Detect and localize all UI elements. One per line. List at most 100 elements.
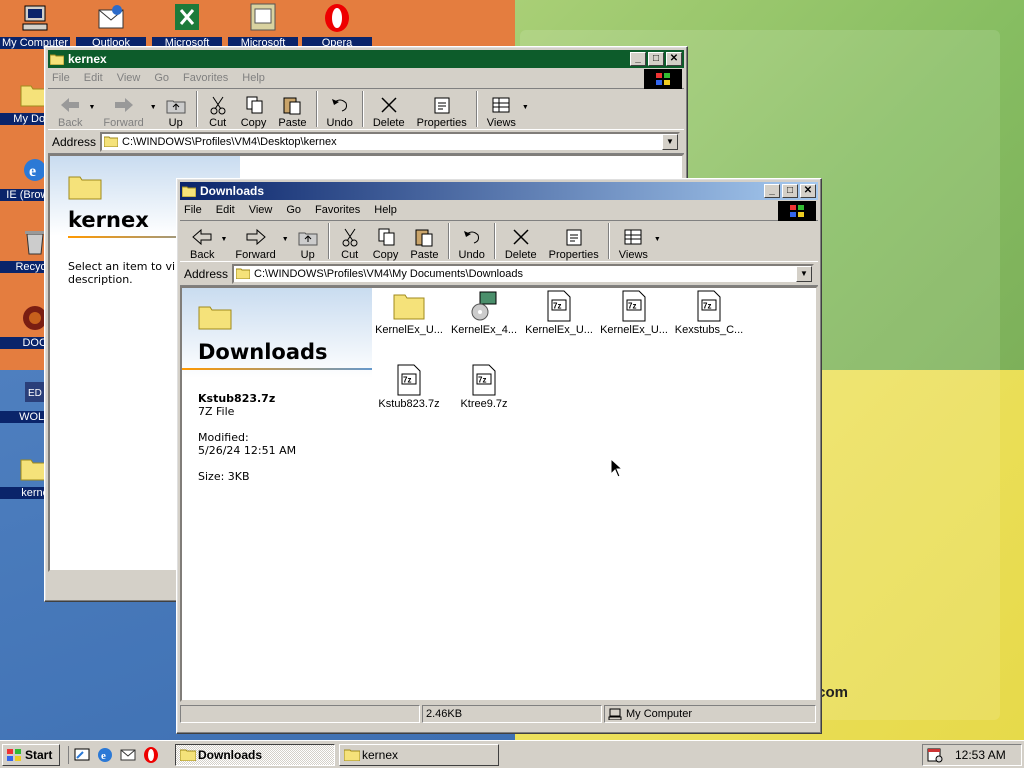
7z-archive-icon: 7z [472, 364, 496, 396]
delete-x-icon [513, 229, 529, 245]
folder-icon [198, 306, 232, 330]
menu-view[interactable]: View [117, 72, 141, 84]
status-size: 2.46KB [422, 705, 602, 723]
windows-logo-icon [644, 69, 682, 89]
copy-button[interactable]: Copy [235, 89, 273, 129]
delete-button[interactable]: Delete [499, 221, 543, 261]
downloads-window[interactable]: Downloads _ □ ✕ File Edit View Go Favori… [176, 178, 822, 734]
outlook-icon[interactable] [119, 746, 137, 764]
back-button[interactable]: Back [52, 89, 88, 129]
undo-button[interactable]: Undo [321, 89, 359, 129]
file-item[interactable]: 7z KernelEx_U... [522, 290, 596, 336]
close-button[interactable]: ✕ [800, 184, 816, 198]
menu-go[interactable]: Go [286, 204, 301, 216]
maximize-button[interactable]: □ [648, 52, 664, 66]
properties-icon [434, 97, 450, 114]
installer-icon [471, 291, 497, 321]
menu-go[interactable]: Go [154, 72, 169, 84]
views-button[interactable]: Views [613, 221, 654, 261]
opera-icon[interactable] [142, 746, 160, 764]
copy-icon [246, 96, 263, 114]
svg-text:7z: 7z [478, 376, 486, 385]
paste-button[interactable]: Paste [404, 221, 444, 261]
ie-icon[interactable]: e [96, 746, 114, 764]
7z-archive-icon: 7z [622, 290, 646, 322]
taskbar-button-downloads[interactable]: Downloads [175, 743, 335, 766]
scheduler-icon[interactable] [927, 747, 943, 763]
menu-edit[interactable]: Edit [216, 204, 235, 216]
cut-button[interactable]: Cut [201, 89, 235, 129]
maximize-button[interactable]: □ [782, 184, 798, 198]
menu-help[interactable]: Help [242, 72, 265, 84]
properties-button[interactable]: Properties [543, 221, 605, 261]
kernex-titlebar[interactable]: kernex _ □ ✕ [48, 50, 684, 68]
close-button[interactable]: ✕ [666, 52, 682, 66]
minimize-button[interactable]: _ [630, 52, 646, 66]
desktop-icon-opera[interactable]: Opera [302, 2, 372, 49]
desktop-icon-my-computer[interactable]: My Computer [0, 2, 70, 49]
file-size: Size: 3KB [198, 470, 250, 483]
file-item-selected[interactable]: 7z Kstub823.7z [372, 364, 446, 410]
downloads-address-bar: Address C:\WINDOWS\Profiles\VM4\My Docum… [180, 262, 818, 286]
folder-icon [50, 54, 64, 65]
desktop-icon-excel[interactable]: Microsoft [152, 2, 222, 49]
paste-icon [283, 97, 301, 115]
minimize-button[interactable]: _ [764, 184, 780, 198]
start-button[interactable]: Start [2, 743, 60, 766]
file-item[interactable]: 7z Kexstubs_C... [672, 290, 746, 336]
paste-button[interactable]: Paste [272, 89, 312, 129]
delete-x-icon [381, 97, 397, 113]
forward-arrow-icon [114, 98, 133, 112]
up-button[interactable]: Up [291, 221, 325, 261]
desktop-icon-publisher[interactable]: Microsoft [228, 2, 298, 49]
copy-icon [378, 228, 395, 246]
back-arrow-icon [61, 98, 80, 112]
forward-button[interactable]: Forward [229, 221, 281, 261]
menu-favorites[interactable]: Favorites [315, 204, 360, 216]
desktop-icon-outlook[interactable]: Outlook [76, 2, 146, 49]
properties-button[interactable]: Properties [411, 89, 473, 129]
taskbar-button-kernex[interactable]: kernex [339, 743, 499, 766]
delete-button[interactable]: Delete [367, 89, 411, 129]
up-button[interactable]: Up [159, 89, 193, 129]
svg-text:e: e [101, 750, 106, 762]
back-arrow-icon [192, 228, 212, 246]
file-item[interactable]: 7z Ktree9.7z [447, 364, 521, 410]
windows-logo-icon [778, 201, 816, 221]
file-item[interactable]: 7z KernelEx_U... [597, 290, 671, 336]
clock[interactable]: 12:53 AM [955, 748, 1006, 762]
kernex-menubar: File Edit View Go Favorites Help [48, 68, 684, 89]
kernex-address-field[interactable]: C:\WINDOWS\Profiles\VM4\Desktop\kernex ▼ [100, 131, 680, 152]
menu-favorites[interactable]: Favorites [183, 72, 228, 84]
file-item[interactable]: KernelEx_4... [447, 290, 521, 336]
show-desktop-icon[interactable] [73, 746, 91, 764]
address-dropdown-button[interactable]: ▼ [662, 133, 678, 150]
menu-file[interactable]: File [52, 72, 70, 84]
my-computer-icon [608, 708, 622, 720]
status-zone: My Computer [604, 705, 816, 723]
views-button[interactable]: Views [481, 89, 522, 129]
menu-edit[interactable]: Edit [84, 72, 103, 84]
folder-title: Downloads [198, 340, 328, 364]
folder-icon [236, 268, 251, 279]
back-button[interactable]: Back [184, 221, 220, 261]
kernex-address-bar: Address C:\WINDOWS\Profiles\VM4\Desktop\… [48, 130, 684, 154]
forward-button[interactable]: Forward [97, 89, 149, 129]
menu-view[interactable]: View [249, 204, 273, 216]
copy-button[interactable]: Copy [367, 221, 405, 261]
downloads-address-field[interactable]: C:\WINDOWS\Profiles\VM4\My Documents\Dow… [232, 263, 814, 284]
menu-file[interactable]: File [184, 204, 202, 216]
downloads-titlebar[interactable]: Downloads _ □ ✕ [180, 182, 818, 200]
outlook-icon [98, 5, 124, 29]
cut-button[interactable]: Cut [333, 221, 367, 261]
downloads-toolbar: Back ▼ Forward ▼ Up Cut Copy Paste Undo … [180, 220, 818, 262]
status-pane-1 [180, 705, 420, 723]
undo-button[interactable]: Undo [453, 221, 491, 261]
file-item[interactable]: KernelEx_U... [372, 290, 446, 336]
publisher-icon [250, 3, 276, 31]
7z-archive-icon: 7z [547, 290, 571, 322]
menu-help[interactable]: Help [374, 204, 397, 216]
folder-icon [182, 186, 196, 197]
views-icon [624, 229, 642, 245]
address-dropdown-button[interactable]: ▼ [796, 265, 812, 282]
